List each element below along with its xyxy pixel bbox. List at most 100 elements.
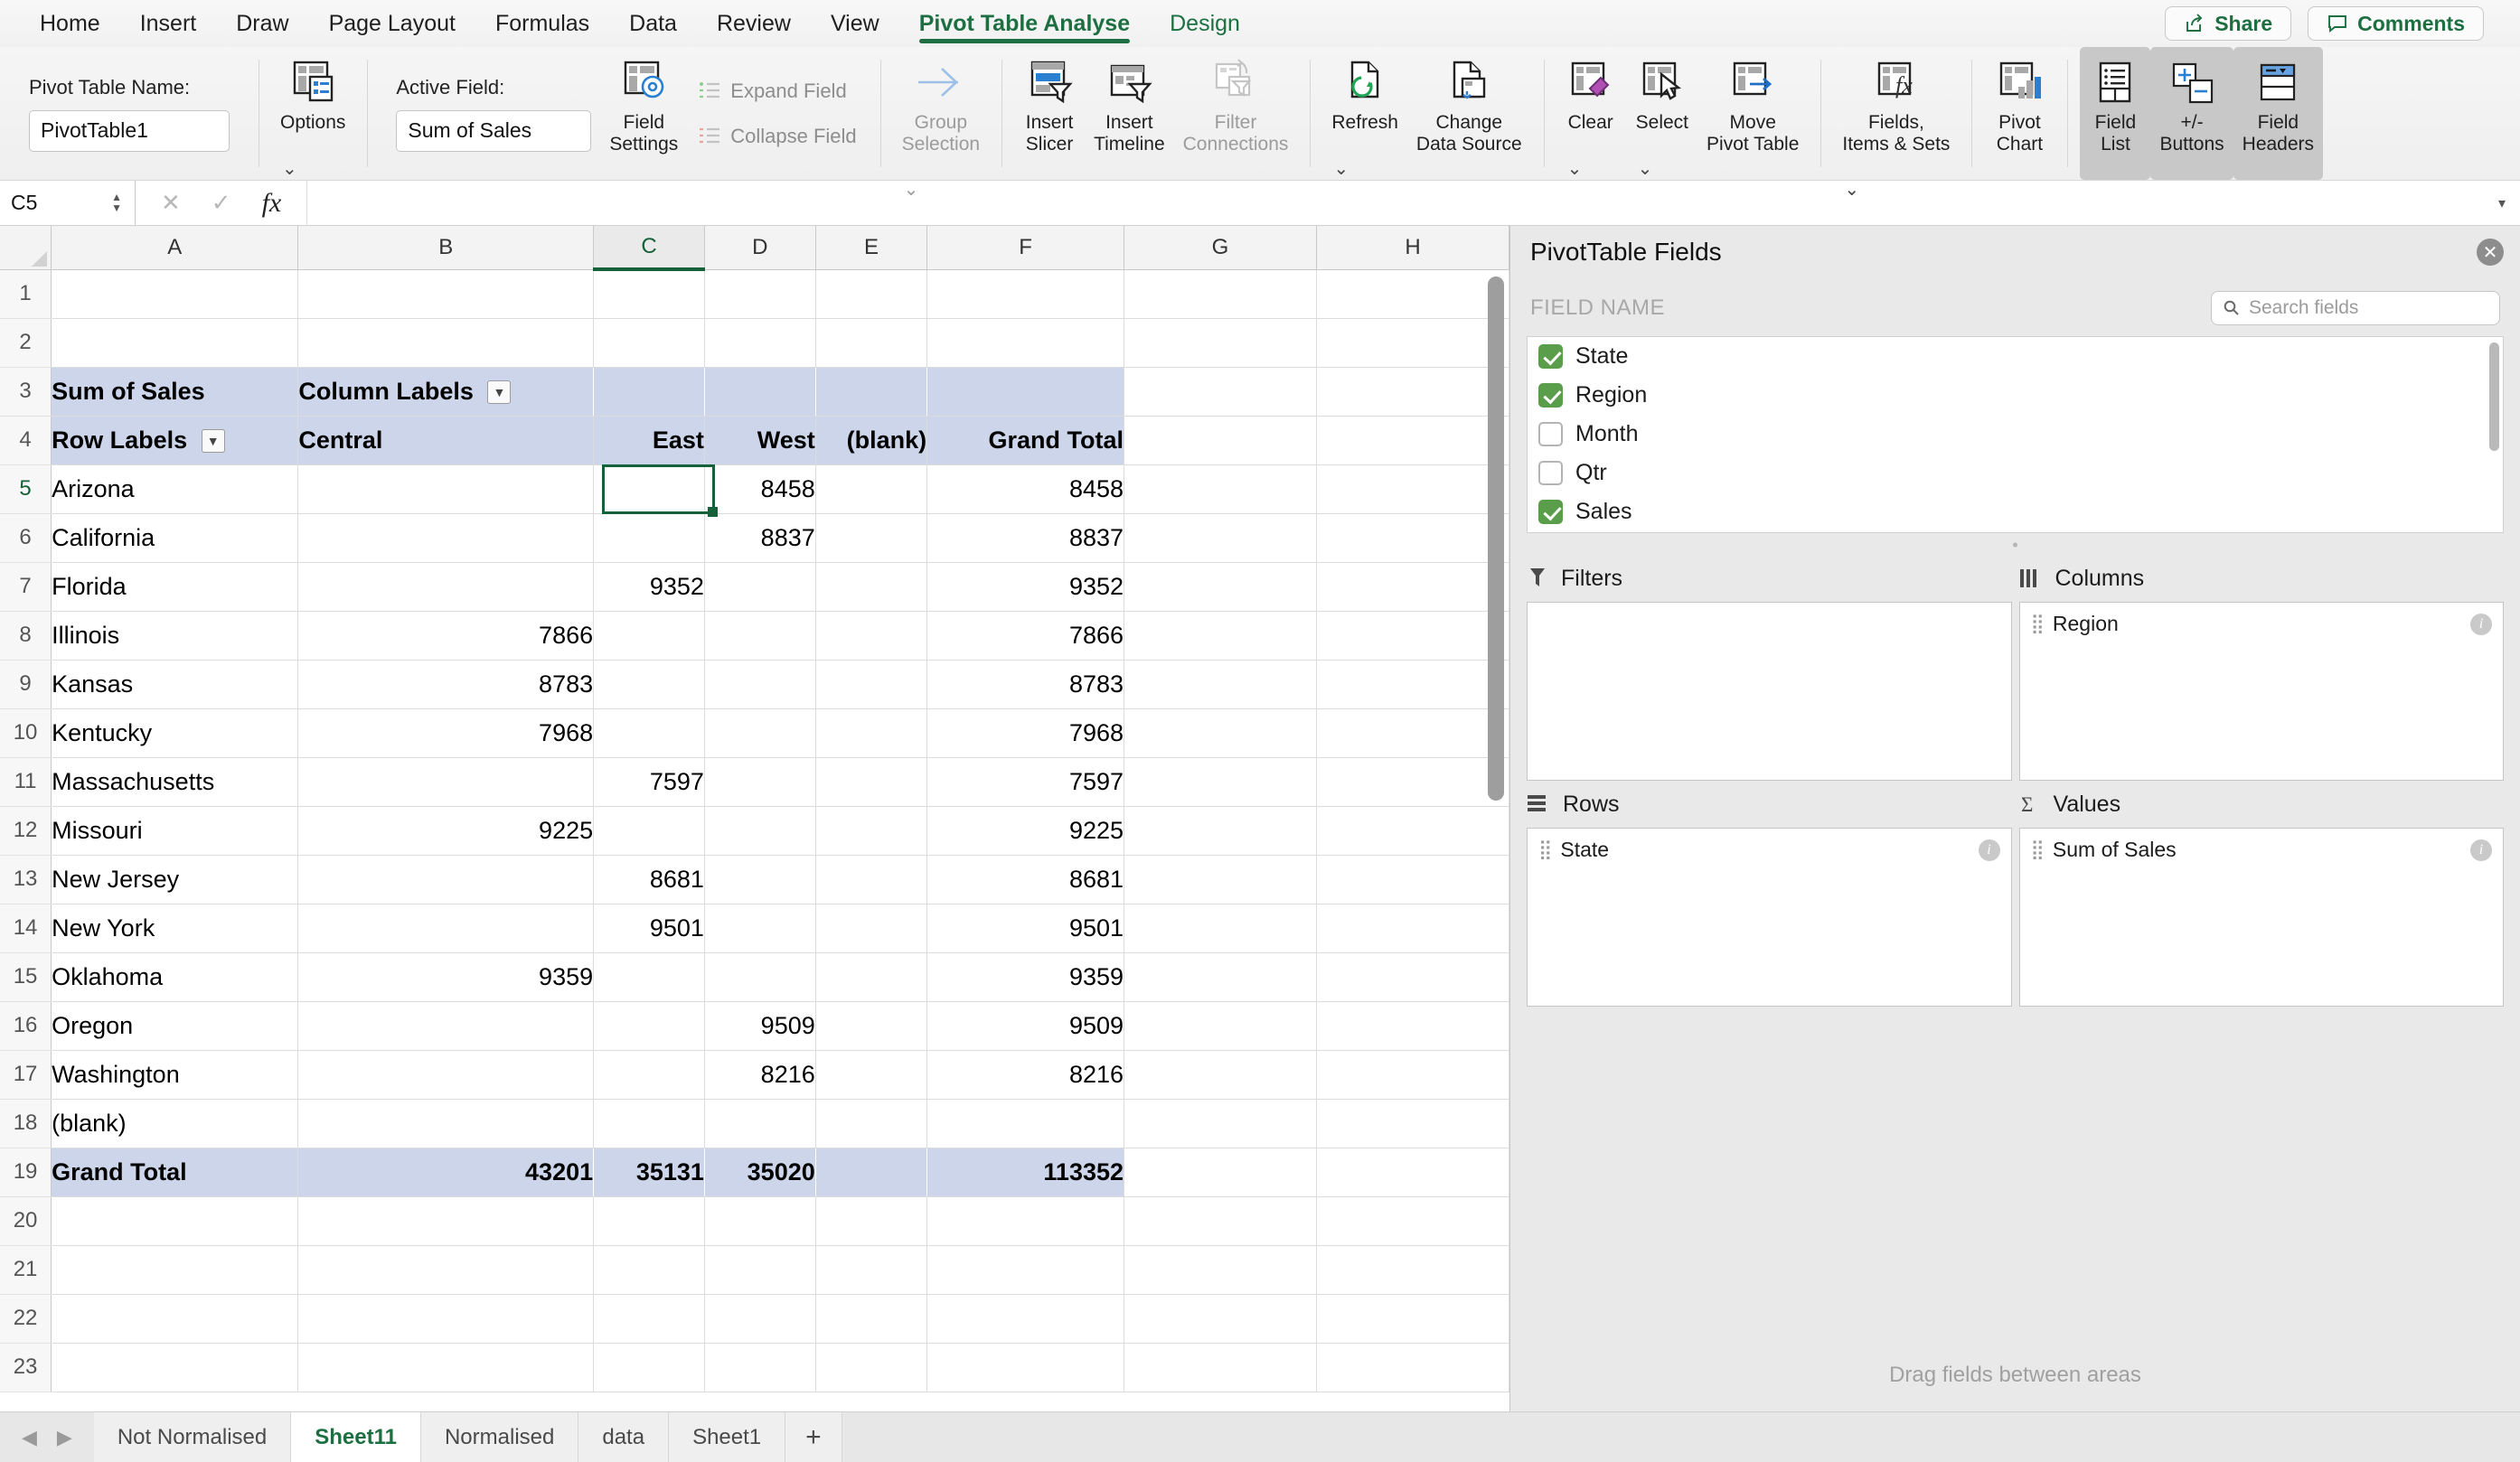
cell-f2[interactable] [926, 318, 1125, 368]
cell-b2[interactable] [297, 318, 595, 368]
cell-f7[interactable]: 9352 [926, 562, 1125, 612]
cell-d8[interactable] [704, 611, 816, 661]
cell-f6[interactable]: 8837 [926, 513, 1125, 563]
info-icon[interactable]: i [2470, 613, 2492, 635]
cell-b23[interactable] [297, 1343, 595, 1392]
info-icon[interactable]: i [1978, 839, 2000, 861]
cell-e23[interactable] [815, 1343, 928, 1392]
cell-g3[interactable] [1124, 367, 1317, 417]
cell-h11[interactable] [1316, 757, 1509, 807]
checkbox-month[interactable] [1538, 422, 1563, 446]
cell-f22[interactable] [926, 1294, 1125, 1344]
field-item-state[interactable]: State [1528, 337, 2503, 376]
row-labels-filter-dropdown-icon[interactable]: ▼ [201, 429, 225, 454]
cell-b6[interactable] [297, 513, 595, 563]
column-header-b[interactable]: B [297, 226, 595, 270]
comments-button[interactable]: Comments [2308, 6, 2484, 41]
cell-g4[interactable] [1124, 416, 1317, 465]
cell-h19[interactable] [1316, 1148, 1509, 1197]
cell-h7[interactable] [1316, 562, 1509, 612]
cell-e7[interactable] [815, 562, 928, 612]
sheet-tab-sheet1[interactable]: Sheet1 [669, 1412, 786, 1462]
cell-g10[interactable] [1124, 708, 1317, 758]
field-list-scrollbar[interactable] [2489, 342, 2499, 451]
name-box[interactable]: C5 ▲ ▼ [0, 181, 136, 225]
cell-f16[interactable]: 9509 [926, 1001, 1125, 1051]
field-item-region[interactable]: Region [1528, 376, 2503, 415]
cell-b12[interactable]: 9225 [297, 806, 595, 856]
cell-c14[interactable]: 9501 [593, 904, 705, 953]
plus-minus-buttons-button[interactable]: +/- Buttons [2150, 47, 2233, 180]
cell-h22[interactable] [1316, 1294, 1509, 1344]
cell-b1[interactable] [297, 269, 595, 319]
cell-a5[interactable]: Arizona [51, 464, 299, 514]
cell-a21[interactable] [51, 1245, 299, 1295]
insert-function-icon[interactable]: fx [262, 188, 282, 219]
cell-f10[interactable]: 7968 [926, 708, 1125, 758]
cell-f23[interactable] [926, 1343, 1125, 1392]
menu-tab-formulas[interactable]: Formulas [475, 0, 609, 47]
column-header-f[interactable]: F [926, 226, 1125, 270]
cell-g7[interactable] [1124, 562, 1317, 612]
menu-tab-page-layout[interactable]: Page Layout [309, 0, 475, 47]
cell-h10[interactable] [1316, 708, 1509, 758]
cell-d17[interactable]: 8216 [704, 1050, 816, 1100]
cell-e12[interactable] [815, 806, 928, 856]
cell-h13[interactable] [1316, 855, 1509, 904]
values-chip-sum-of-sales[interactable]: ⣿ Sum of Sales i [2031, 838, 2492, 862]
cell-e18[interactable] [815, 1099, 928, 1148]
cell-g2[interactable] [1124, 318, 1317, 368]
cell-d21[interactable] [704, 1245, 816, 1295]
spreadsheet-grid[interactable]: A B C D E F G H 1 2 3 Sum of Sales Colum… [0, 226, 1509, 1411]
cell-f9[interactable]: 8783 [926, 660, 1125, 709]
drag-grip-icon[interactable]: ⣿ [2031, 839, 2045, 861]
cell-g8[interactable] [1124, 611, 1317, 661]
cell-d14[interactable] [704, 904, 816, 953]
cell-f12[interactable]: 9225 [926, 806, 1125, 856]
cell-e16[interactable] [815, 1001, 928, 1051]
cell-a22[interactable] [51, 1294, 299, 1344]
cell-f5[interactable]: 8458 [926, 464, 1125, 514]
cell-e19[interactable] [815, 1148, 927, 1197]
cell-d4-col-west[interactable]: West [704, 416, 816, 465]
select-button[interactable]: Select ⌄ [1627, 47, 1697, 180]
row-header-10[interactable]: 10 [0, 708, 52, 758]
cell-c23[interactable] [593, 1343, 705, 1392]
cell-f14[interactable]: 9501 [926, 904, 1125, 953]
values-dropzone[interactable]: ⣿ Sum of Sales i [2018, 828, 2504, 1007]
cell-g20[interactable] [1124, 1196, 1317, 1246]
cell-e6[interactable] [815, 513, 928, 563]
cell-e2[interactable] [815, 318, 928, 368]
cell-c16[interactable] [593, 1001, 705, 1051]
cell-d11[interactable] [704, 757, 816, 807]
filters-dropzone[interactable] [1527, 602, 2012, 781]
field-list[interactable]: State Region Month Qtr Sales [1527, 336, 2504, 533]
cell-b14[interactable] [297, 904, 595, 953]
previous-sheet-icon[interactable]: ◀ [22, 1426, 37, 1449]
cell-h8[interactable] [1316, 611, 1509, 661]
cell-c21[interactable] [593, 1245, 705, 1295]
cell-h5[interactable] [1316, 464, 1509, 514]
cell-g22[interactable] [1124, 1294, 1317, 1344]
cell-g11[interactable] [1124, 757, 1317, 807]
column-header-a[interactable]: A [51, 226, 299, 270]
cell-g13[interactable] [1124, 855, 1317, 904]
cell-h6[interactable] [1316, 513, 1509, 563]
cell-h16[interactable] [1316, 1001, 1509, 1051]
cell-a11[interactable]: Massachusetts [51, 757, 299, 807]
cell-a13[interactable]: New Jersey [51, 855, 299, 904]
cell-d9[interactable] [704, 660, 816, 709]
cell-h21[interactable] [1316, 1245, 1509, 1295]
row-header-9[interactable]: 9 [0, 660, 52, 709]
cell-b22[interactable] [297, 1294, 595, 1344]
cell-b3-column-labels[interactable]: Column Labels ▼ [297, 367, 594, 417]
cell-a19-grand-total-label[interactable]: Grand Total [51, 1148, 299, 1197]
cell-b7[interactable] [297, 562, 595, 612]
sheet-tab-normalised[interactable]: Normalised [420, 1412, 579, 1462]
sheet-tab-not-normalised[interactable]: Not Normalised [93, 1412, 292, 1462]
cell-g9[interactable] [1124, 660, 1317, 709]
row-header-23[interactable]: 23 [0, 1343, 52, 1392]
cell-d1[interactable] [704, 269, 816, 319]
cell-a18[interactable]: (blank) [51, 1099, 299, 1148]
chevron-down-icon[interactable]: ⌄ [1844, 178, 1859, 201]
